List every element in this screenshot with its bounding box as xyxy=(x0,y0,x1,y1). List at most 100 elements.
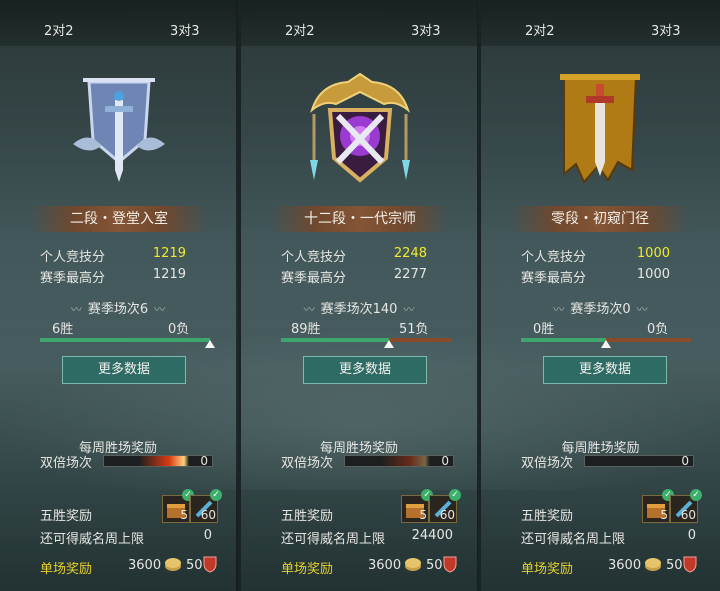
reward-item-chest[interactable]: 5 ✓ xyxy=(642,489,674,523)
season-high-label: 赛季最高分 xyxy=(281,271,347,286)
tab-3v3[interactable]: 3对3 xyxy=(170,20,200,39)
double-bar-glow xyxy=(380,456,430,466)
season-matches-text: 赛季场次140 xyxy=(320,302,398,317)
season-matches-text: 赛季场次0 xyxy=(570,302,631,317)
reward-item-scroll[interactable]: 60 ✓ xyxy=(429,489,461,523)
mode-tabs: 2对2 3对3 xyxy=(241,0,477,46)
five-win-reward-label: 五胜奖励 xyxy=(281,509,334,524)
ornament-left-icon: 〰 xyxy=(303,303,315,316)
arena-panel-2: 2对2 3对3 十二段・一代宗师 个人竞技分 2248 赛季最高分 2277 〰… xyxy=(241,0,479,591)
tab-3v3[interactable]: 3对3 xyxy=(651,20,681,39)
rank-emblem-bronze-banner-icon xyxy=(560,74,640,184)
double-matches-value: 0 xyxy=(200,454,208,468)
double-matches-bar: 0 xyxy=(344,454,454,468)
losses-count: 51负 xyxy=(399,322,429,337)
single-honor-value: 50 xyxy=(426,558,443,573)
ornament-right-icon: 〰 xyxy=(636,303,648,316)
win-fill xyxy=(521,338,606,342)
rank-title: 十二段・一代宗师 xyxy=(271,206,449,232)
ornament-right-icon: 〰 xyxy=(154,303,166,316)
double-matches-value: 0 xyxy=(441,454,449,468)
double-matches-bar: 0 xyxy=(103,454,213,468)
double-matches-value: 0 xyxy=(681,454,689,468)
arena-panel-1: 2对2 3对3 二段・登堂入室 个人竞技分 1219 赛季最高分 1219 〰赛… xyxy=(0,0,238,591)
win-fill xyxy=(281,338,390,342)
rank-emblem-grandmaster-icon xyxy=(310,72,410,183)
tab-2v2[interactable]: 2对2 xyxy=(285,20,315,39)
personal-score-value: 1000 xyxy=(636,246,670,261)
mode-tabs: 2对2 3对3 xyxy=(481,0,720,46)
single-coins-value: 3600 xyxy=(368,558,402,573)
item-quantity: 60 xyxy=(439,508,455,522)
ornament-left-icon: 〰 xyxy=(70,303,82,316)
reward-item-scroll[interactable]: 60 ✓ xyxy=(190,489,222,523)
arena-panel-3: 2对2 3对3 零段・初窥门径 个人竞技分 1000 赛季最高分 1000 〰赛… xyxy=(481,0,720,591)
five-win-reward-label: 五胜奖励 xyxy=(40,509,93,524)
rank-title: 零段・初窥门径 xyxy=(511,206,689,232)
double-matches-label: 双倍场次 xyxy=(40,456,93,471)
single-honor-value: 50 xyxy=(186,558,203,573)
fame-limit-label: 还可得威名周上限 xyxy=(281,532,386,547)
single-coins-value: 3600 xyxy=(608,558,642,573)
losses-count: 0负 xyxy=(647,322,669,337)
coin-icon xyxy=(405,558,421,571)
single-honor-value: 50 xyxy=(666,558,683,573)
mode-tabs: 2对2 3对3 xyxy=(0,0,236,46)
personal-score-value: 1219 xyxy=(152,246,186,261)
personal-score-label: 个人竞技分 xyxy=(281,250,347,265)
coin-icon xyxy=(165,558,181,571)
wins-count: 89胜 xyxy=(291,322,321,337)
more-data-button[interactable]: 更多数据 xyxy=(62,356,186,384)
tab-2v2[interactable]: 2对2 xyxy=(44,20,74,39)
single-coins-value: 3600 xyxy=(128,558,162,573)
reward-item-scroll[interactable]: 60 ✓ xyxy=(670,489,702,523)
win-loss-bar xyxy=(521,338,691,348)
wins-count: 0胜 xyxy=(533,322,555,337)
rank-emblem-silver-icon xyxy=(73,78,165,182)
reward-item-chest[interactable]: 5 ✓ xyxy=(162,489,194,523)
season-high-value: 1000 xyxy=(636,267,670,282)
check-icon: ✓ xyxy=(210,489,222,501)
check-icon: ✓ xyxy=(690,489,702,501)
win-ratio-marker-icon xyxy=(601,340,611,348)
season-matches-text: 赛季场次6 xyxy=(87,302,149,317)
season-matches: 〰赛季场次140 〰 xyxy=(241,298,477,317)
win-ratio-marker-icon xyxy=(384,340,395,348)
five-win-reward-label: 五胜奖励 xyxy=(521,509,574,524)
ornament-right-icon: 〰 xyxy=(403,303,415,316)
win-loss-bar xyxy=(281,338,451,348)
win-fill xyxy=(40,338,210,342)
honor-shield-icon xyxy=(443,556,457,573)
check-icon: ✓ xyxy=(449,489,461,501)
ornament-left-icon: 〰 xyxy=(553,303,565,316)
season-high-label: 赛季最高分 xyxy=(40,271,106,286)
coin-icon xyxy=(645,558,661,571)
item-quantity: 5 xyxy=(180,508,188,522)
wins-count: 6胜 xyxy=(52,322,74,337)
double-bar-glow xyxy=(139,456,189,466)
reward-item-chest[interactable]: 5 ✓ xyxy=(401,489,433,523)
item-quantity: 5 xyxy=(419,508,427,522)
season-high-value: 1219 xyxy=(152,267,186,282)
win-ratio-marker-icon xyxy=(205,340,215,348)
double-matches-label: 双倍场次 xyxy=(281,456,334,471)
personal-score-label: 个人竞技分 xyxy=(521,250,587,265)
tab-3v3[interactable]: 3对3 xyxy=(411,20,441,39)
double-matches-bar: 0 xyxy=(584,454,694,468)
rank-title: 二段・登堂入室 xyxy=(30,206,208,232)
double-matches-label: 双倍场次 xyxy=(521,456,574,471)
tab-2v2[interactable]: 2对2 xyxy=(525,20,555,39)
season-matches: 〰赛季场次6 〰 xyxy=(0,298,236,317)
item-quantity: 60 xyxy=(680,508,696,522)
win-loss-bar xyxy=(40,338,215,348)
item-quantity: 5 xyxy=(660,508,668,522)
more-data-button[interactable]: 更多数据 xyxy=(543,356,667,384)
single-reward-label: 单场奖励 xyxy=(40,562,93,577)
losses-count: 0负 xyxy=(168,322,190,337)
fame-limit-label: 还可得威名周上限 xyxy=(40,532,145,547)
single-reward-label: 单场奖励 xyxy=(281,562,334,577)
more-data-button[interactable]: 更多数据 xyxy=(303,356,427,384)
single-reward-label: 单场奖励 xyxy=(521,562,574,577)
honor-shield-icon xyxy=(683,556,697,573)
fame-limit-value: 24400 xyxy=(411,528,453,543)
